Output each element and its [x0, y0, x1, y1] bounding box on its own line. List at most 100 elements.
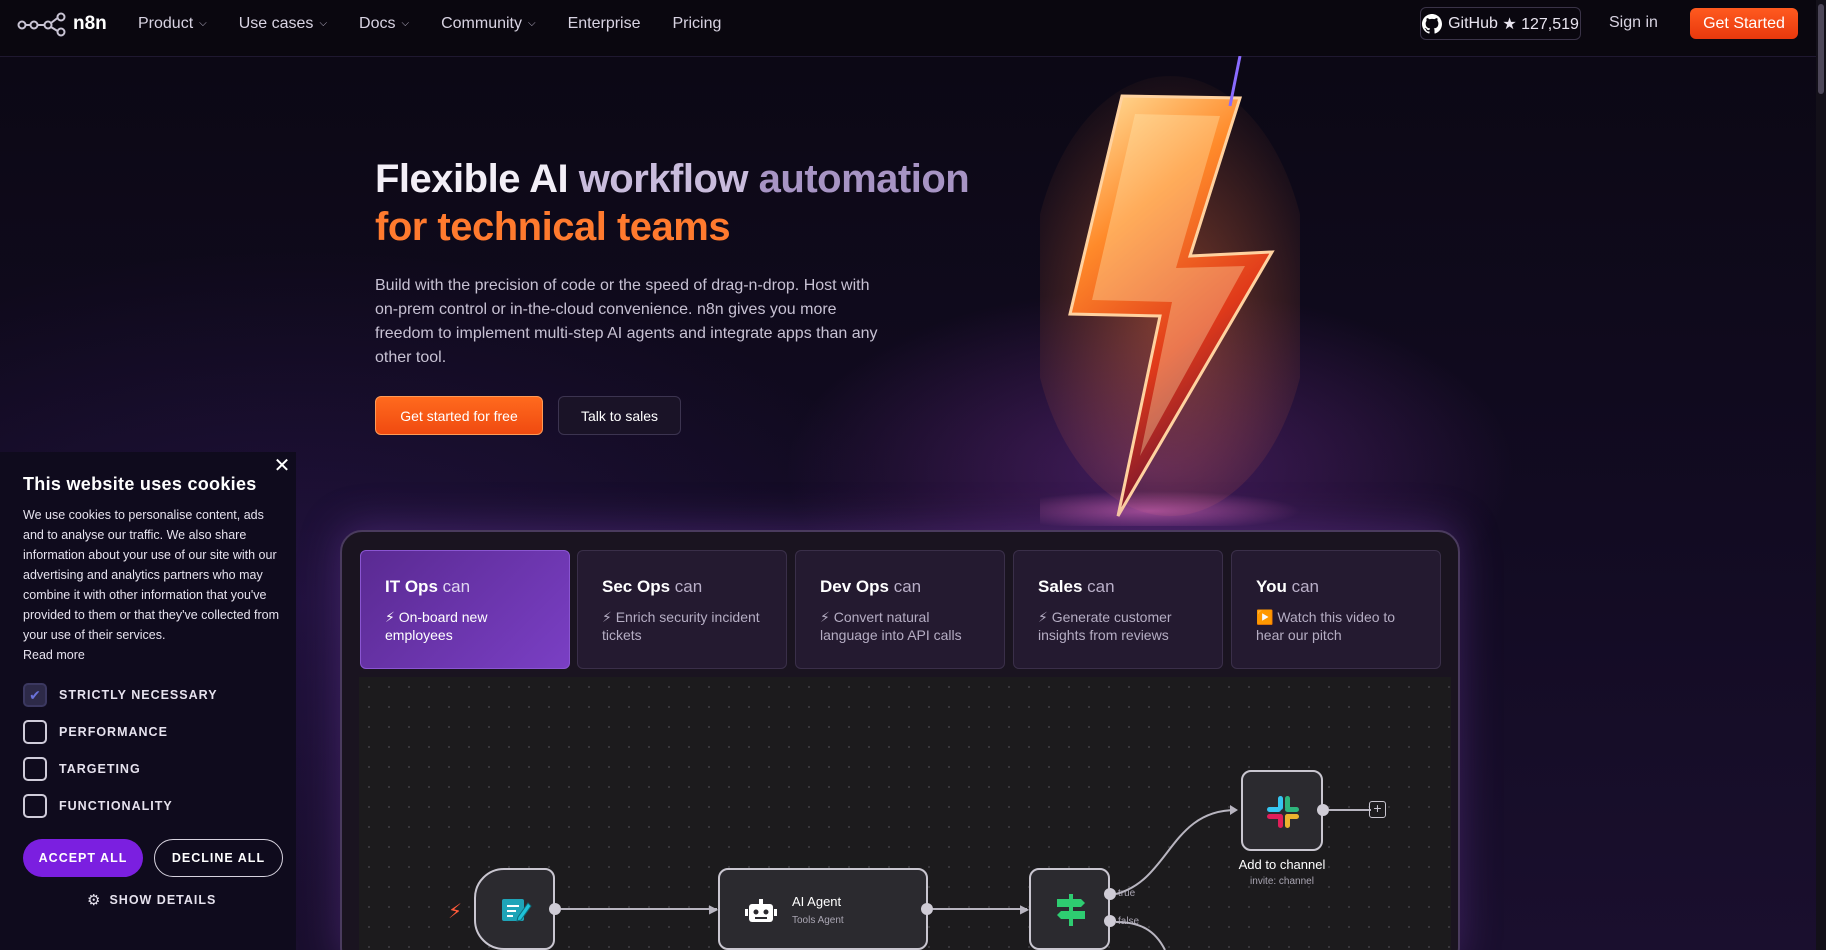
tab-can: can: [1082, 577, 1115, 596]
cookie-title: This website uses cookies: [23, 474, 257, 494]
tab-role: You: [1256, 577, 1287, 596]
tab-title: IT Ops can: [385, 577, 545, 597]
read-more-link[interactable]: Read more: [23, 645, 285, 665]
chevron-down-icon: ⌵: [527, 18, 536, 29]
nav-link-label: Community: [441, 14, 522, 32]
tab-description: ⚡ Enrich security incident tickets: [602, 609, 760, 643]
form-edit-icon: [502, 899, 532, 922]
slack-icon: [1267, 796, 1299, 828]
tab-title: Sec Ops can: [602, 577, 762, 597]
chevron-down-icon: ⌵: [401, 18, 410, 29]
get-started-free-button[interactable]: Get started for free: [375, 396, 543, 435]
show-details-label: SHOW DETAILS: [109, 893, 217, 907]
nav-enterprise[interactable]: Enterprise: [568, 15, 641, 33]
hero-title-part3: automation: [748, 157, 970, 201]
talk-to-sales-button[interactable]: Talk to sales: [558, 396, 681, 435]
nav-links: Product ⌵ Use cases ⌵ Docs ⌵ Community ⌵ Ent…: [138, 0, 753, 47]
logo[interactable]: n8n: [17, 11, 107, 37]
accept-all-button[interactable]: ACCEPT ALL: [23, 839, 143, 877]
gear-icon: ⚙: [87, 892, 102, 909]
tab-sec-ops[interactable]: Sec Ops can ⚡ Enrich security incident t…: [577, 550, 787, 669]
get-started-button[interactable]: Get Started: [1690, 8, 1798, 39]
cookie-option-functionality[interactable]: FUNCTIONALITY: [23, 794, 173, 818]
nav-link-label: Use cases: [238, 14, 314, 32]
n8n-logo-icon: [17, 12, 66, 37]
cookie-option-label: PERFORMANCE: [59, 725, 168, 739]
cookie-option-label: FUNCTIONALITY: [59, 799, 173, 813]
cookie-option-strictly-necessary[interactable]: ✔ STRICTLY NECESSARY: [23, 683, 218, 707]
connection-wire: [1329, 809, 1371, 811]
add-node-icon[interactable]: +: [1369, 801, 1386, 818]
trigger-node[interactable]: [474, 868, 555, 950]
tab-title: Dev Ops can: [820, 577, 980, 597]
hero-title: Flexible AI workflow automation for tech…: [375, 155, 970, 251]
nav-docs[interactable]: Docs ⌵: [359, 15, 409, 33]
tab-can: can: [888, 577, 922, 596]
sign-in-link[interactable]: Sign in: [1609, 14, 1658, 32]
github-stars: ★ 127,519: [1502, 15, 1579, 33]
nav-community[interactable]: Community ⌵: [441, 15, 536, 33]
decline-all-button[interactable]: DECLINE ALL: [154, 839, 283, 877]
cookie-description: We use cookies to personalise content, a…: [23, 505, 285, 665]
branch-wires: [1115, 805, 1238, 950]
page-scrollbar[interactable]: [1816, 0, 1826, 950]
ai-agent-node[interactable]: AI Agent Tools Agent: [718, 868, 928, 950]
nav-link-label: Pricing: [672, 14, 722, 32]
checkbox[interactable]: [23, 720, 47, 744]
node-title: AI Agent: [792, 894, 842, 909]
tab-title: You can: [1256, 577, 1416, 597]
cookie-option-label: TARGETING: [59, 762, 141, 776]
connection-wire: [933, 908, 1027, 910]
arrow-icon: ▶: [709, 902, 719, 916]
node-output-handle[interactable]: [1317, 804, 1329, 816]
nav-link-label: Product: [138, 14, 194, 32]
tab-you[interactable]: You can ▶️ Watch this video to hear our …: [1231, 550, 1441, 669]
github-button[interactable]: GitHub ★ 127,519: [1420, 7, 1581, 40]
cookie-text: We use cookies to personalise content, a…: [23, 508, 279, 642]
hero-title-part1: Flexible AI: [375, 157, 569, 201]
tab-description: ⚡ Generate customer insights from review…: [1038, 609, 1172, 643]
checkbox[interactable]: [23, 757, 47, 781]
nav-product[interactable]: Product ⌵: [138, 15, 207, 33]
tab-dev-ops[interactable]: Dev Ops can ⚡ Convert natural language i…: [795, 550, 1005, 669]
lightning-bolt-illustration: [1040, 56, 1300, 526]
hero-description: Build with the precision of code or the …: [375, 277, 878, 366]
checkbox-checked[interactable]: ✔: [23, 683, 47, 707]
cookie-option-label: STRICTLY NECESSARY: [59, 688, 218, 702]
signpost-icon: [1057, 894, 1085, 926]
nav-use-cases[interactable]: Use cases ⌵: [239, 15, 327, 33]
node-title: Add to channel: [1238, 857, 1326, 872]
tab-can: can: [670, 577, 703, 596]
checkbox[interactable]: [23, 794, 47, 818]
if-node[interactable]: [1029, 868, 1110, 950]
node-subtitle: invite: channel: [1250, 876, 1314, 887]
nav-link-label: Enterprise: [567, 14, 641, 32]
tab-can: can: [1286, 577, 1319, 596]
tab-role: Sales: [1038, 577, 1083, 596]
tab-description: ▶️ Watch this video to hear our pitch: [1256, 609, 1396, 643]
close-icon[interactable]: ✕: [272, 456, 292, 476]
hero-title-part2: workflow: [568, 157, 749, 201]
logo-text: n8n: [73, 13, 107, 34]
connection-wire: [561, 908, 717, 910]
github-icon: [1422, 13, 1443, 34]
show-details-button[interactable]: ⚙ SHOW DETAILS: [87, 891, 216, 909]
cookie-option-targeting[interactable]: TARGETING: [23, 757, 141, 781]
slack-node[interactable]: [1241, 770, 1323, 851]
tab-role: IT Ops: [385, 577, 438, 596]
node-output-handle[interactable]: [549, 903, 561, 915]
hero-title-line2: for technical teams: [375, 205, 731, 249]
cookie-option-performance[interactable]: PERFORMANCE: [23, 720, 168, 744]
tab-description: ⚡ On-board new employees: [385, 609, 488, 643]
tab-can: can: [437, 577, 471, 596]
tab-title: Sales can: [1038, 577, 1198, 597]
node-subtitle: Tools Agent: [792, 915, 844, 926]
tab-description: ⚡ Convert natural language into API call…: [820, 609, 962, 643]
nav-pricing[interactable]: Pricing: [673, 15, 722, 33]
tab-it-ops[interactable]: IT Ops can ⚡ On-board new employees: [360, 550, 570, 669]
node-output-handle[interactable]: [921, 903, 933, 915]
tab-sales[interactable]: Sales can ⚡ Generate customer insights f…: [1013, 550, 1223, 669]
scrollbar-thumb[interactable]: [1818, 4, 1824, 94]
tab-role: Sec Ops: [602, 577, 671, 596]
arrow-icon: ▶: [1020, 902, 1030, 916]
